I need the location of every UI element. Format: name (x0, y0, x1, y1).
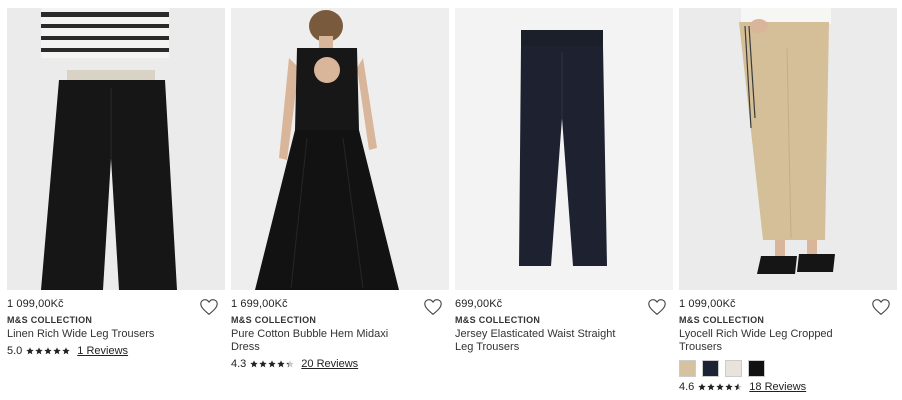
product-card[interactable]: 1 099,00Kč M&S COLLECTION Linen Rich Wid… (7, 8, 225, 357)
product-name[interactable]: Jersey Elasticated Waist Straight Leg Tr… (455, 328, 630, 354)
product-brand: M&S COLLECTION (455, 315, 541, 325)
color-swatch[interactable] (725, 360, 742, 377)
product-price: 1 099,00Kč (7, 298, 64, 310)
product-price: 1 699,00Kč (231, 298, 288, 310)
product-rating: 4.3 20 Reviews (231, 358, 449, 370)
product-rating: 4.6 18 Reviews (679, 381, 897, 393)
heart-outline-icon[interactable] (647, 298, 667, 316)
rating-stars (250, 360, 295, 368)
product-image[interactable] (455, 8, 673, 290)
star-icon (725, 383, 733, 391)
heart-outline-icon[interactable] (199, 298, 219, 316)
star-icon (698, 383, 706, 391)
reviews-link[interactable]: 18 Reviews (749, 381, 806, 393)
product-rating: 5.0 1 Reviews (7, 345, 225, 357)
color-swatch[interactable] (748, 360, 765, 377)
star-icon (62, 347, 70, 355)
color-swatches (679, 360, 897, 377)
star-icon (53, 347, 61, 355)
star-icon (35, 347, 43, 355)
color-swatch[interactable] (679, 360, 696, 377)
star-icon (26, 347, 34, 355)
star-icon (268, 360, 276, 368)
product-price: 1 099,00Kč (679, 298, 736, 310)
star-icon (259, 360, 267, 368)
rating-score: 4.6 (679, 381, 695, 393)
product-image[interactable] (679, 8, 897, 290)
color-swatch[interactable] (702, 360, 719, 377)
product-image[interactable] (231, 8, 449, 290)
rating-score: 4.3 (231, 358, 247, 370)
rating-stars (26, 347, 71, 355)
product-brand: M&S COLLECTION (231, 315, 317, 325)
star-icon (250, 360, 258, 368)
rating-score: 5.0 (7, 345, 23, 357)
star-icon (734, 383, 742, 391)
reviews-link[interactable]: 20 Reviews (301, 358, 358, 370)
heart-outline-icon[interactable] (871, 298, 891, 316)
product-card[interactable]: 1 099,00Kč M&S COLLECTION Lyocell Rich W… (679, 8, 897, 393)
product-brand: M&S COLLECTION (7, 315, 93, 325)
product-image[interactable] (7, 8, 225, 290)
product-card[interactable]: 699,00Kč M&S COLLECTION Jersey Elasticat… (455, 8, 673, 354)
product-card[interactable]: 1 699,00Kč M&S COLLECTION Pure Cotton Bu… (231, 8, 449, 370)
product-name[interactable]: Linen Rich Wide Leg Trousers (7, 328, 182, 341)
product-price: 699,00Kč (455, 298, 503, 310)
rating-stars (698, 383, 743, 391)
star-icon (277, 360, 285, 368)
product-brand: M&S COLLECTION (679, 315, 765, 325)
product-name[interactable]: Lyocell Rich Wide Leg Cropped Trousers (679, 328, 854, 354)
product-name[interactable]: Pure Cotton Bubble Hem Midaxi Dress (231, 328, 406, 354)
heart-outline-icon[interactable] (423, 298, 443, 316)
reviews-link[interactable]: 1 Reviews (77, 345, 128, 357)
star-icon (716, 383, 724, 391)
star-icon (286, 360, 294, 368)
star-icon (44, 347, 52, 355)
product-grid: 1 099,00Kč M&S COLLECTION Linen Rich Wid… (0, 0, 902, 400)
star-icon (707, 383, 715, 391)
